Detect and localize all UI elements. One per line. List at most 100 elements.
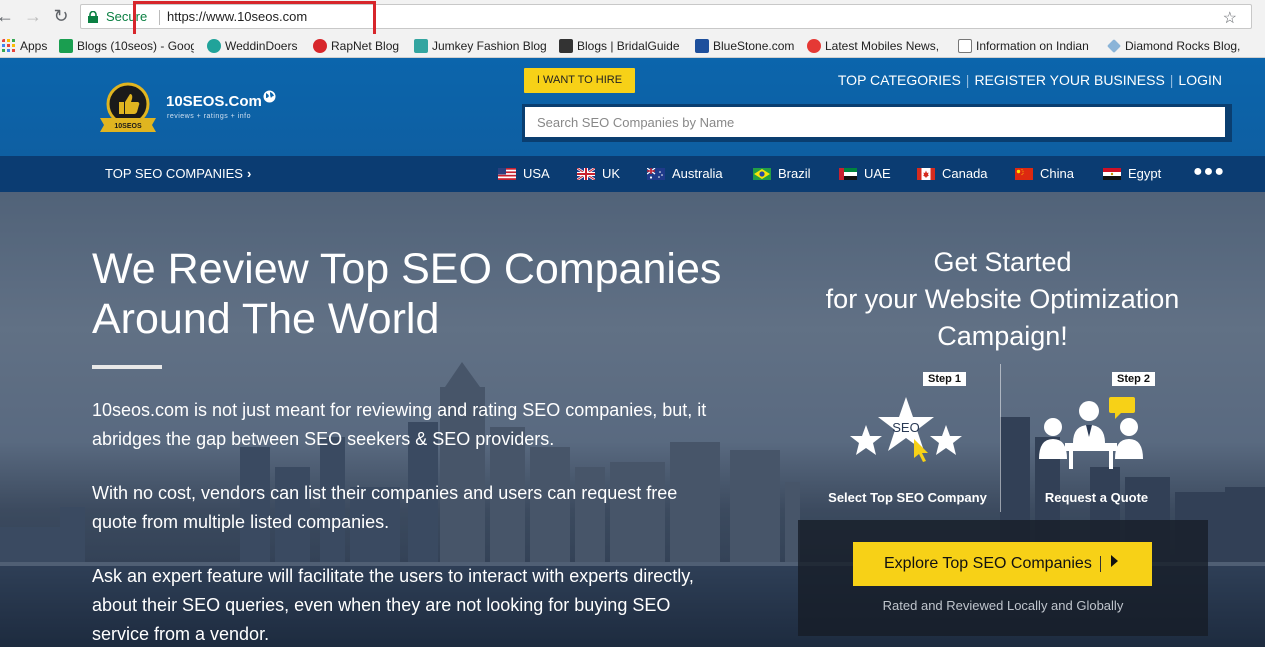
country-uk[interactable]: UK xyxy=(577,166,620,181)
usa-flag-icon xyxy=(498,168,516,180)
back-arrow-icon[interactable]: ← xyxy=(0,5,16,27)
bookmark-diamond-rocks[interactable]: Diamond Rocks Blog, xyxy=(1107,38,1242,54)
bookmark-bluestone[interactable]: BlueStone.com xyxy=(695,38,794,54)
china-flag-icon xyxy=(1015,168,1033,180)
bookmark-label: Information on Indian xyxy=(976,39,1089,53)
bookmark-label: RapNet Blog xyxy=(331,39,400,53)
forward-arrow-icon[interactable]: → xyxy=(22,5,44,27)
cta-separator xyxy=(1100,556,1101,572)
country-china[interactable]: China xyxy=(1015,166,1074,181)
login-link[interactable]: LOGIN xyxy=(1173,72,1227,88)
get-started-line: Campaign! xyxy=(937,321,1068,351)
more-countries-icon[interactable]: ●●● xyxy=(1193,163,1225,181)
cta-panel: Explore Top SEO Companies Rated and Revi… xyxy=(798,520,1208,636)
bluestone-icon xyxy=(695,39,709,53)
bookmark-label: Jumkey Fashion Blog xyxy=(432,39,547,53)
bookmark-latest-mobiles[interactable]: Latest Mobiles News, xyxy=(807,38,942,54)
country-label: UK xyxy=(602,166,621,181)
hire-button[interactable]: I WANT TO HIRE xyxy=(524,68,635,93)
country-label: UAE xyxy=(864,166,891,181)
logo-tagline: reviews + ratings + info xyxy=(167,113,251,120)
bookmark-apps[interactable]: Apps xyxy=(2,38,47,54)
bookmarks-bar: Apps Blogs (10seos) - Goog WeddinDoers R… xyxy=(0,34,1265,58)
diamond-icon xyxy=(1107,39,1121,53)
top-seo-label: TOP SEO COMPANIES xyxy=(105,166,243,181)
country-label: Brazil xyxy=(778,166,811,181)
get-started-heading: Get Started for your Website Optimizatio… xyxy=(800,244,1205,355)
canada-flag-icon xyxy=(917,168,935,180)
svg-text:SEO: SEO xyxy=(892,420,919,435)
chevron-right-icon: › xyxy=(246,166,252,181)
explore-seo-companies-button[interactable]: Explore Top SEO Companies xyxy=(853,542,1152,586)
reload-icon[interactable]: ↻ xyxy=(50,5,72,27)
bookmark-weddindoers[interactable]: WeddinDoers xyxy=(207,38,297,54)
bookmark-blogs-10seos[interactable]: Blogs (10seos) - Goog xyxy=(59,38,194,54)
hero-paragraph-1: 10seos.com is not just meant for reviewi… xyxy=(92,400,707,449)
hero-section: We Review Top SEO Companies Around The W… xyxy=(0,192,1265,647)
top-seo-companies-link[interactable]: TOP SEO COMPANIES › xyxy=(105,166,251,181)
bookmark-information-indian[interactable]: Information on Indian xyxy=(958,38,1094,54)
step-2-label: Request a Quote xyxy=(1044,490,1149,505)
hero-paragraph-2: With no cost, vendors can list their com… xyxy=(92,483,678,532)
rapnet-icon xyxy=(313,39,327,53)
url-highlight-box xyxy=(133,1,376,37)
bookmark-label: Diamond Rocks Blog, xyxy=(1125,39,1241,53)
mobiles-360-icon xyxy=(807,39,821,53)
bookmark-label: Apps xyxy=(20,39,48,53)
hero-title-line: Around The World xyxy=(92,295,440,343)
country-label: Egypt xyxy=(1128,166,1162,181)
thumbs-up-badge-icon[interactable]: 10SEOS xyxy=(96,82,160,134)
bookmark-label: WeddinDoers xyxy=(225,39,298,53)
hero-paragraph-3: Ask an expert feature will facilitate th… xyxy=(92,566,694,644)
svg-text:10SEOS: 10SEOS xyxy=(114,123,142,130)
country-australia[interactable]: Australia xyxy=(647,166,723,181)
site-header: 10SEOS 10SEOS.Com reviews + ratings + in… xyxy=(0,58,1265,156)
bookmark-label: Blogs | BridalGuide xyxy=(577,39,680,53)
bookmark-star-icon[interactable]: ☆ xyxy=(1223,8,1237,28)
logo-text[interactable]: 10SEOS.Com xyxy=(166,93,262,110)
uae-flag-icon xyxy=(839,168,857,180)
top-links: TOP CATEGORIES | REGISTER YOUR BUSINESS | LO… xyxy=(833,72,1227,88)
lock-icon xyxy=(88,11,98,23)
country-uae[interactable]: UAE xyxy=(839,166,891,181)
step-1-label: Select Top SEO Company xyxy=(828,490,987,505)
hero-title-line: We Review Top SEO Companies xyxy=(92,245,722,293)
cta-button-label: Explore Top SEO Companies xyxy=(884,555,1092,572)
country-usa[interactable]: USA xyxy=(498,166,550,181)
cta-subtext: Rated and Reviewed Locally and Globally xyxy=(882,598,1124,613)
request-quote-people-icon xyxy=(1039,397,1143,469)
bookmark-label: BlueStone.com xyxy=(713,39,795,53)
get-started-line: for your Website Optimization xyxy=(825,284,1180,314)
bookmark-rapnet[interactable]: RapNet Blog xyxy=(313,38,399,54)
bookmark-label: Latest Mobiles News, xyxy=(825,39,940,53)
brazil-flag-icon xyxy=(753,168,771,180)
bookmark-jumkey[interactable]: Jumkey Fashion Blog xyxy=(414,38,547,54)
weddindoers-icon xyxy=(207,39,221,53)
country-brazil[interactable]: Brazil xyxy=(753,166,811,181)
country-nav: TOP SEO COMPANIES › USA UK Australia Braz… xyxy=(0,156,1265,192)
australia-flag-icon xyxy=(647,168,665,180)
bridalguide-icon xyxy=(559,39,573,53)
uk-flag-icon xyxy=(577,168,595,180)
globe-icon xyxy=(263,90,276,103)
search-container xyxy=(522,104,1232,142)
seo-stars-icon: SEO xyxy=(850,397,962,462)
top-categories-link[interactable]: TOP CATEGORIES xyxy=(833,72,966,88)
hero-divider xyxy=(92,365,162,369)
country-label: USA xyxy=(523,166,550,181)
page-icon xyxy=(958,39,972,53)
country-egypt[interactable]: Egypt xyxy=(1103,166,1161,181)
get-started-line: Get Started xyxy=(933,247,1072,277)
jumkey-icon xyxy=(414,39,428,53)
caret-right-icon xyxy=(1111,555,1118,567)
bookmark-bridalguide[interactable]: Blogs | BridalGuide xyxy=(559,38,680,54)
egypt-flag-icon xyxy=(1103,168,1121,180)
step-2-tag: Step 2 xyxy=(1112,372,1156,386)
steps-divider xyxy=(1000,364,1001,512)
search-input[interactable] xyxy=(525,107,1225,137)
register-business-link[interactable]: REGISTER YOUR BUSINESS xyxy=(969,72,1169,88)
country-label: Canada xyxy=(942,166,988,181)
hero-title: We Review Top SEO Companies Around The W… xyxy=(92,244,772,344)
country-canada[interactable]: Canada xyxy=(917,166,988,181)
bookmark-label: Blogs (10seos) - Goog xyxy=(77,39,194,53)
